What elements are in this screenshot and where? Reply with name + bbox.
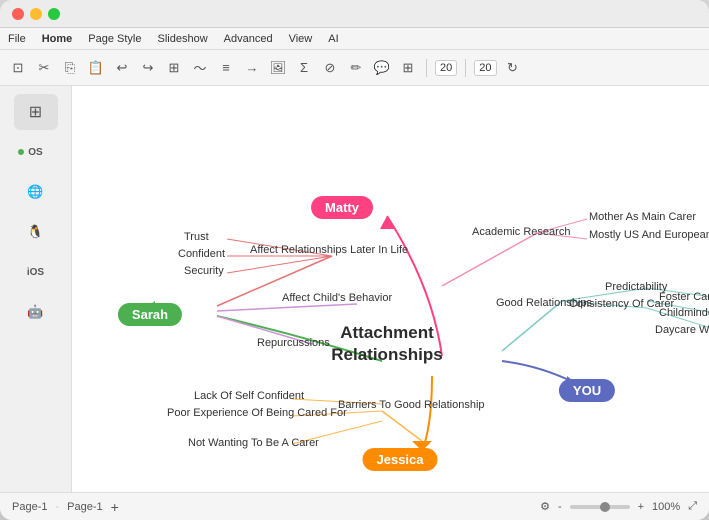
label-barriers: Barriers To Good Relationship [338,398,485,412]
toolbar-num2[interactable]: 20 [474,60,496,76]
toolbar-image[interactable]: 🖼 [268,58,288,78]
zoom-plus-icon[interactable]: + [638,501,644,513]
toolbar-arrow[interactable]: → [242,58,262,78]
menu-slideshow[interactable]: Slideshow [158,33,208,45]
label-not-wanting: Not Wanting To Be A Carer [188,437,319,449]
close-button[interactable] [12,8,24,20]
node-you[interactable]: YOU [559,379,615,402]
add-page-button[interactable]: + [111,499,119,515]
toolbar-copy[interactable]: ⎘ [60,58,80,78]
titlebar [0,0,709,28]
page-label: Page-1 [12,501,47,513]
toolbar-wave[interactable]: ～ [190,58,210,78]
toolbar-select[interactable]: ⊡ [8,58,28,78]
settings-icon[interactable]: ⚙ [540,500,550,513]
toolbar-formula[interactable]: Σ [294,58,314,78]
toolbar-paste[interactable]: 📋 [86,58,106,78]
sidebar: ⊞ OS 🌐 🐧 iOS 🤖 [0,86,72,492]
toolbar-comment[interactable]: 💬 [372,58,392,78]
sidebar-item-globe[interactable]: 🌐 [14,174,58,210]
label-poor-experience: Poor Experience Of Being Cared For [167,407,347,419]
label-affect-child: Affect Child's Behavior [282,292,392,304]
label-academic-research: Academic Research [472,226,570,238]
sidebar-item-os[interactable]: OS [14,134,58,170]
menu-ai[interactable]: AI [328,33,338,45]
label-security: Security [184,265,224,277]
canvas[interactable]: Attachment Relationships Matty Sarah Jes… [72,86,709,492]
sidebar-item-ios[interactable]: iOS [14,254,58,290]
toolbar-cut[interactable]: ✂ [34,58,54,78]
sidebar-item-grid[interactable]: ⊞ [14,94,58,130]
node-sarah[interactable]: Sarah [118,303,182,326]
zoom-minus-icon[interactable]: - [558,501,562,513]
label-trust: Trust [184,231,209,243]
menubar: File Home Page Style Slideshow Advanced … [0,28,709,50]
menu-advanced[interactable]: Advanced [224,33,273,45]
label-predictability: Predictability [605,281,667,293]
menu-view[interactable]: View [289,33,313,45]
toolbar-refresh[interactable]: ↻ [503,58,523,78]
statusbar-right: ⚙ - + 100% ⤢ [540,500,697,513]
page-num: Page-1 [67,501,102,513]
label-mostly-us: Mostly US And European [589,229,709,241]
toolbar-draw[interactable]: ✏ [346,58,366,78]
zoom-level: 100% [652,501,680,513]
statusbar: Page-1 - Page-1 + ⚙ - + 100% ⤢ [0,492,709,520]
label-confident: Confident [178,248,225,260]
zoom-thumb[interactable] [600,502,610,512]
node-jessica[interactable]: Jessica [363,448,438,471]
toolbar-num1[interactable]: 20 [435,60,457,76]
main-area: ⊞ OS 🌐 🐧 iOS 🤖 [0,86,709,492]
label-affect-relationships: Affect Relationships Later In Life [250,244,408,256]
toolbar: ⊡ ✂ ⎘ 📋 ↩ ↪ ⊞ ～ ≡ → 🖼 Σ ⊘ ✏ 💬 ⊞ 20 20 ↻ [0,50,709,86]
toolbar-divider-2 [465,59,466,77]
toolbar-divider-1 [426,59,427,77]
center-node: Attachment Relationships [317,322,457,366]
toolbar-link[interactable]: ⊘ [320,58,340,78]
app-window: File Home Page Style Slideshow Advanced … [0,0,709,520]
zoom-slider[interactable] [570,505,630,509]
toolbar-list[interactable]: ≡ [216,58,236,78]
sidebar-item-android[interactable]: 🤖 [14,294,58,330]
toolbar-insert[interactable]: ⊞ [164,58,184,78]
label-foster-carers: Foster Carers [659,291,709,303]
toolbar-table[interactable]: ⊞ [398,58,418,78]
expand-icon[interactable]: ⤢ [688,500,697,513]
label-daycare-workers: Daycare Workers [655,324,709,336]
label-mother-carer: Mother As Main Carer [589,211,696,223]
menu-pagestyle[interactable]: Page Style [88,33,141,45]
label-lack-confidence: Lack Of Self Confident [194,390,304,402]
label-childminder: Childminder [659,307,709,319]
page-tab-1[interactable]: Page-1 [12,501,47,513]
sidebar-item-linux[interactable]: 🐧 [14,214,58,250]
menu-home[interactable]: Home [42,33,73,45]
label-repurcussions: Repurcussions [257,337,330,349]
page-divider: - [55,501,59,513]
minimize-button[interactable] [30,8,42,20]
toolbar-undo[interactable]: ↩ [112,58,132,78]
toolbar-redo[interactable]: ↪ [138,58,158,78]
menu-file[interactable]: File [8,33,26,45]
maximize-button[interactable] [48,8,60,20]
node-matty[interactable]: Matty [311,196,373,219]
